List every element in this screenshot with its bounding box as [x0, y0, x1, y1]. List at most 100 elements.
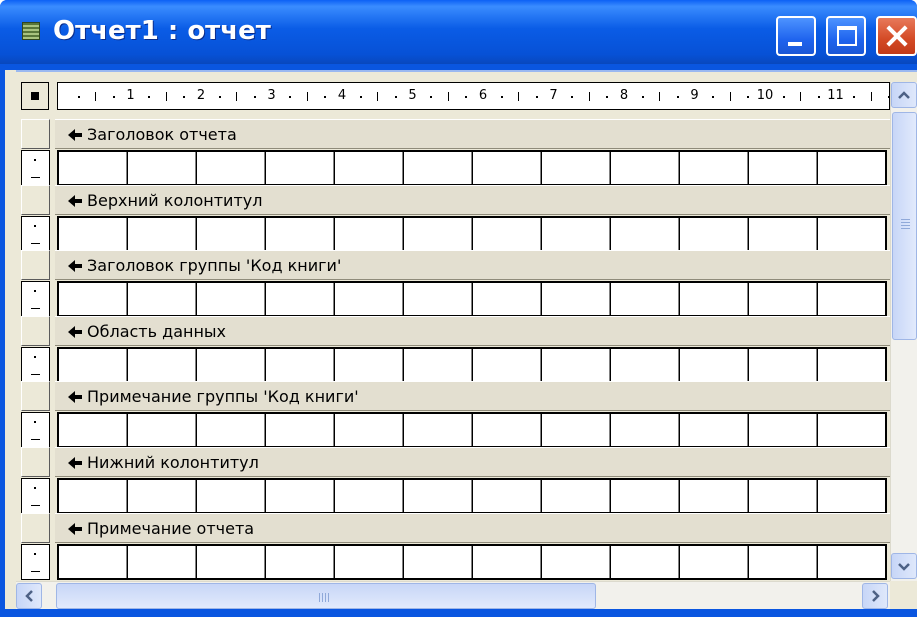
ruler-tick — [730, 92, 731, 101]
section-header[interactable]: Заголовок группы 'Код книги' — [55, 250, 890, 280]
chevron-up-icon — [898, 91, 910, 99]
vertical-ruler-section-marker[interactable] — [21, 381, 50, 411]
ruler-number: 5 — [408, 88, 417, 103]
horizontal-scroll-thumb[interactable] — [56, 583, 596, 609]
scroll-up-button[interactable] — [891, 82, 917, 108]
vertical-scrollbar[interactable] — [890, 82, 917, 581]
window-left-gutter — [5, 70, 16, 609]
vertical-ruler-section-marker[interactable] — [21, 119, 50, 149]
section-design-grid[interactable] — [57, 544, 887, 580]
ruler-tick — [307, 92, 308, 101]
ruler-tick — [536, 96, 538, 98]
chevron-left-icon — [25, 590, 33, 602]
section-design-grid[interactable] — [57, 412, 887, 448]
section-header[interactable]: Примечание отчета — [55, 513, 890, 543]
chevron-right-icon — [872, 590, 880, 602]
section-bar-arrow-icon — [68, 260, 82, 272]
ruler-number: 4 — [337, 88, 347, 103]
ruler-tick — [289, 96, 291, 98]
horizontal-scrollbar[interactable] — [16, 581, 890, 609]
vertical-ruler — [21, 150, 50, 186]
ruler-tick — [501, 96, 503, 98]
window-title: Отчет1 : отчет — [53, 16, 271, 46]
close-button[interactable] — [876, 16, 917, 56]
vertical-ruler — [21, 216, 50, 252]
ruler-tick — [871, 92, 872, 101]
section-header[interactable]: Верхний колонтитул — [55, 185, 890, 215]
ruler-tick — [113, 96, 115, 98]
ruler-tick — [589, 92, 590, 101]
scroll-left-button[interactable] — [16, 583, 42, 609]
section-bar-arrow-icon — [68, 523, 82, 535]
ruler-tick — [465, 96, 467, 98]
ruler-number: 10 — [756, 88, 774, 103]
section-header[interactable]: Заголовок отчета — [55, 119, 890, 149]
ruler-tick — [324, 96, 326, 98]
section-design-grid[interactable] — [57, 150, 887, 186]
vertical-scroll-thumb[interactable] — [892, 112, 917, 340]
ruler-tick — [642, 96, 644, 98]
vertical-ruler-section-marker[interactable] — [21, 185, 50, 215]
ruler-tick — [518, 92, 519, 101]
ruler-tick — [254, 96, 256, 98]
section-bar-arrow-icon — [68, 457, 82, 469]
ruler-number: 2 — [196, 88, 206, 103]
horizontal-ruler[interactable]: 123456789101112 — [57, 82, 890, 110]
ruler-tick — [448, 92, 449, 101]
section-design-grid[interactable] — [57, 281, 887, 317]
report-selector[interactable] — [21, 82, 49, 110]
vertical-ruler — [21, 347, 50, 383]
minimize-button[interactable] — [776, 16, 816, 56]
ruler-number: 11 — [827, 88, 844, 103]
chevron-down-icon — [898, 563, 910, 571]
vertical-ruler-section-marker[interactable] — [21, 250, 50, 280]
ruler-tick — [183, 96, 185, 98]
vertical-ruler-section-marker[interactable] — [21, 513, 50, 543]
section-bar-arrow-icon — [68, 391, 82, 403]
scrollbar-corner — [890, 581, 917, 609]
vertical-ruler — [21, 412, 50, 448]
vertical-ruler-section-marker[interactable] — [21, 316, 50, 346]
report-icon[interactable] — [22, 22, 40, 40]
vertical-ruler — [21, 544, 50, 580]
vertical-ruler — [21, 478, 50, 514]
ruler-tick — [166, 92, 167, 101]
ruler-tick — [95, 92, 96, 101]
ruler-number: 7 — [549, 88, 558, 103]
section-label: Примечание отчета — [87, 519, 255, 538]
close-icon — [878, 18, 915, 54]
section-label: Заголовок группы 'Код книги' — [87, 256, 342, 275]
section-bar-arrow-icon — [68, 195, 82, 207]
section-header[interactable]: Нижний колонтитул — [55, 447, 890, 477]
section-label: Заголовок отчета — [87, 125, 237, 144]
minimize-icon — [788, 42, 802, 46]
report-design-area: Заголовок отчета Верхний колонтитул Заголо… — [21, 118, 890, 581]
section-header[interactable]: Область данных — [55, 316, 890, 346]
section-design-grid[interactable] — [57, 216, 887, 252]
vertical-ruler-section-marker[interactable] — [21, 447, 50, 477]
ruler-tick — [800, 92, 801, 101]
scroll-right-button[interactable] — [862, 583, 888, 609]
ruler-tick — [430, 96, 432, 98]
ruler-tick — [606, 96, 608, 98]
ruler-number: 6 — [478, 88, 488, 103]
ruler-tick — [677, 96, 679, 98]
ruler-tick — [148, 96, 150, 98]
section-label: Область данных — [87, 322, 227, 341]
section-design-grid[interactable] — [57, 478, 887, 514]
scroll-down-button[interactable] — [891, 553, 917, 579]
ruler-tick — [712, 96, 714, 98]
ruler-tick — [659, 92, 660, 101]
maximize-button[interactable] — [826, 16, 866, 56]
ruler-tick — [236, 92, 237, 101]
ruler-tick — [783, 96, 785, 98]
section-design-grid[interactable] — [57, 347, 887, 383]
section-bar-arrow-icon — [68, 326, 82, 338]
window-bottom-border — [0, 609, 917, 617]
maximize-icon — [837, 26, 857, 46]
ruler-tick — [377, 92, 378, 101]
section-header[interactable]: Примечание группы 'Код книги' — [55, 381, 890, 411]
ruler-number: 8 — [619, 88, 629, 103]
title-bar[interactable]: Отчет1 : отчет — [0, 0, 917, 64]
ruler-number: 1 — [126, 88, 135, 103]
